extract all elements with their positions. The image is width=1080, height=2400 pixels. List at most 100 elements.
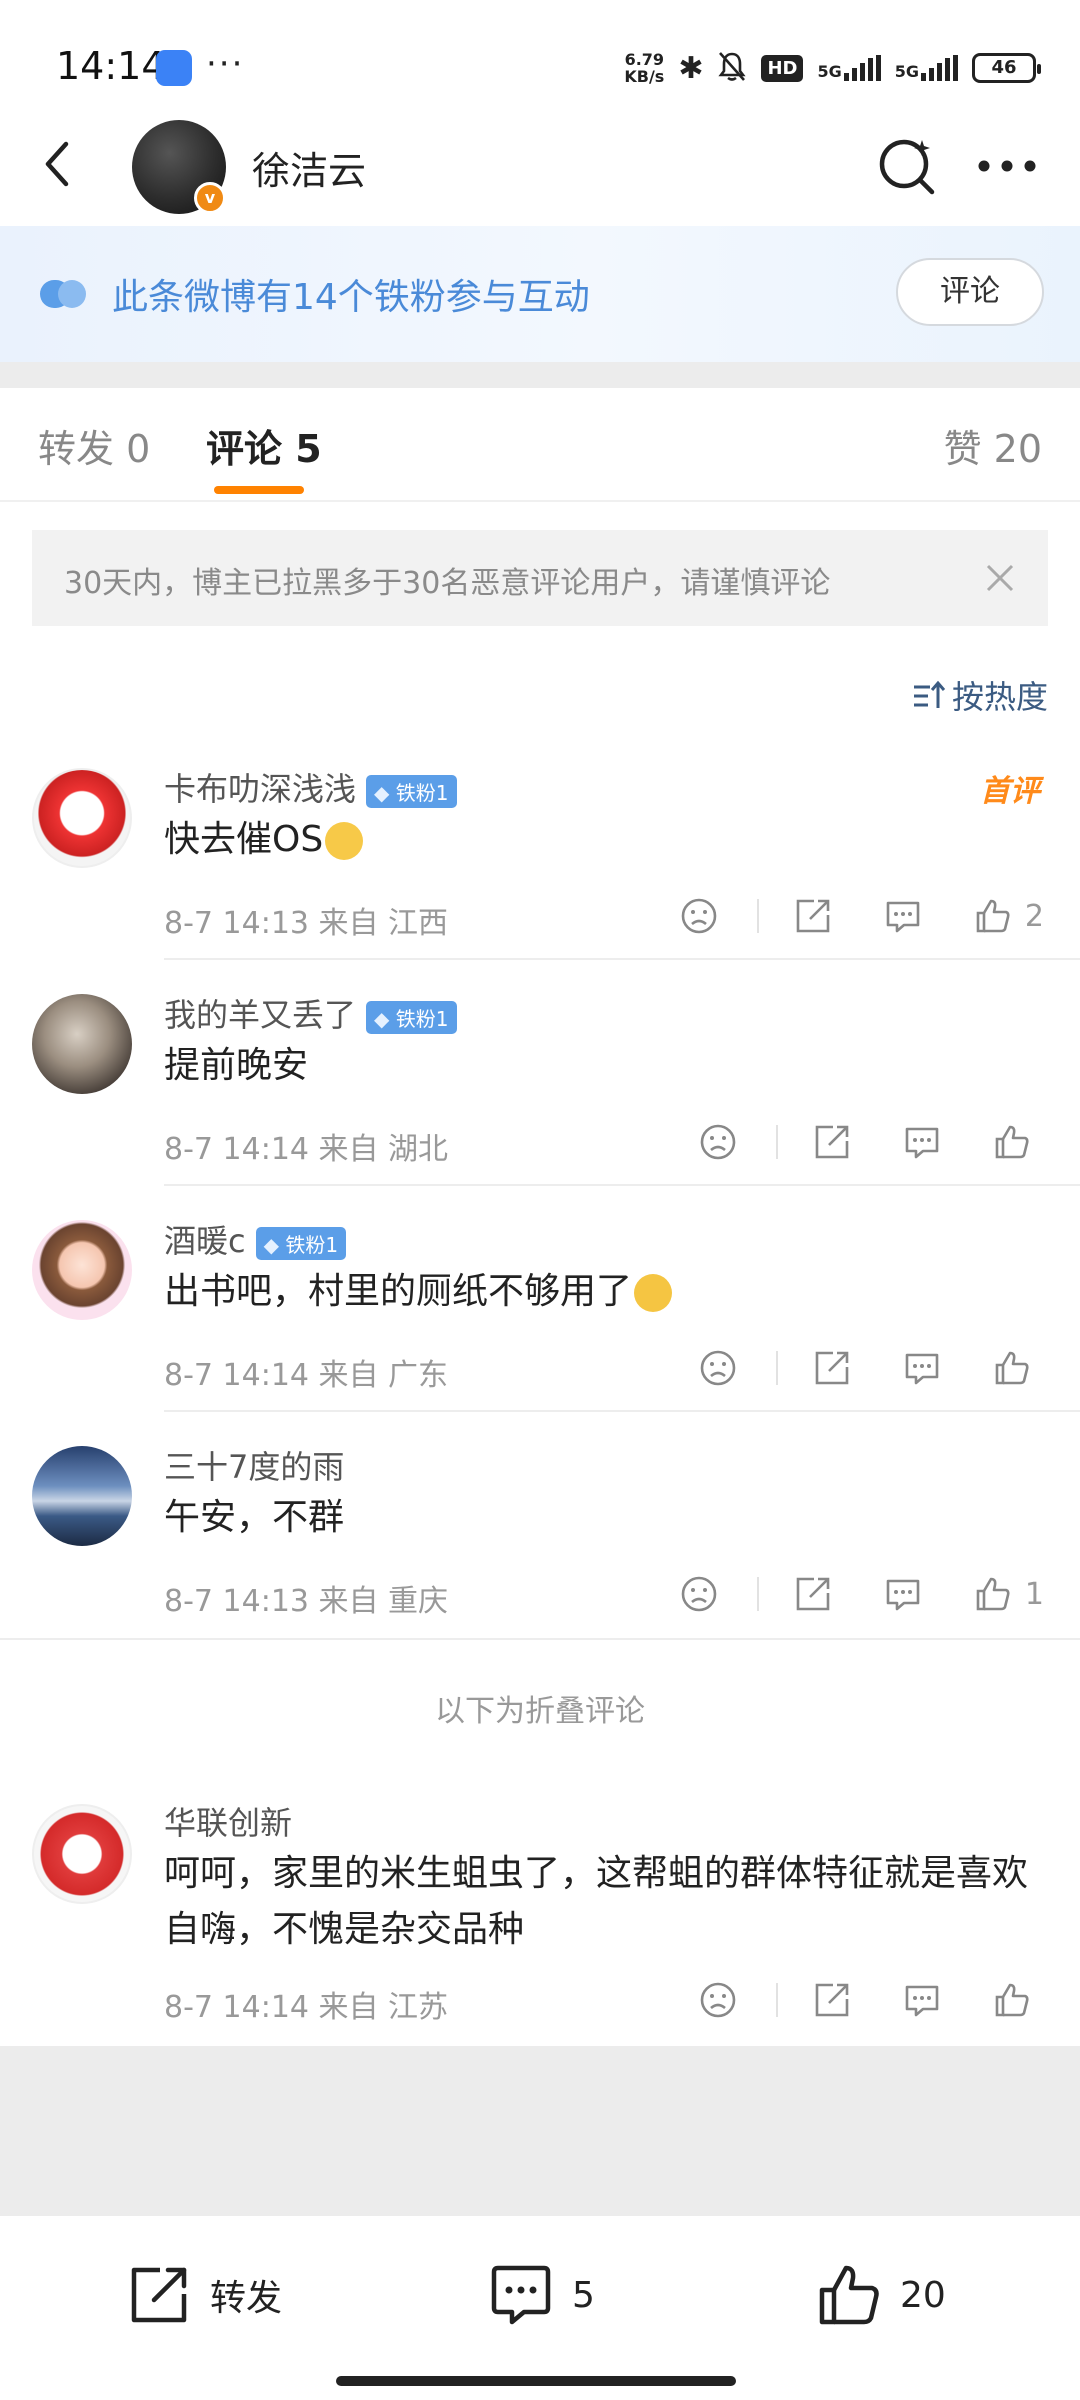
commenter-avatar[interactable]: [32, 768, 132, 868]
tab-likes[interactable]: 赞 20: [944, 418, 1042, 473]
reply-button[interactable]: [902, 1980, 942, 2020]
battery-icon: 46: [972, 53, 1041, 83]
dislike-button[interactable]: [698, 1980, 738, 2020]
dislike-button[interactable]: [679, 896, 719, 936]
reply-button[interactable]: [902, 1122, 942, 1162]
fan-level-badge: 铁粉1: [366, 774, 457, 808]
share-icon: [796, 899, 830, 933]
sort-by-hot-button[interactable]: 按热度: [912, 672, 1048, 718]
fan-banner-text: 此条微博有14个铁粉参与互动: [112, 277, 590, 318]
like-post-button[interactable]: 20: [816, 2262, 946, 2328]
comment-bubble-icon: [905, 1127, 939, 1159]
back-button[interactable]: [30, 134, 90, 194]
active-tab-indicator: [214, 486, 304, 494]
comment-item: 我的羊又丢了铁粉1 提前晚安 8-7 14:14 来自 湖北: [0, 986, 1080, 1186]
fan-interaction-banner: 此条微博有14个铁粉参与互动 评论: [0, 226, 1080, 362]
share-button[interactable]: [812, 1122, 852, 1162]
comment-text: 出书吧，村里的厕纸不够用了: [164, 1264, 1044, 1320]
share-icon: [815, 1351, 849, 1385]
share-button[interactable]: [793, 1574, 833, 1614]
comment-item: 华联创新 呵呵，家里的米生蛆虫了，这帮蛆的群体特征就是喜欢自嗨，不愧是杂交品种 …: [0, 1798, 1080, 2046]
comment-bubble-icon: [886, 901, 920, 933]
comment-text: 提前晚安: [164, 1045, 309, 1086]
home-indicator[interactable]: [336, 2376, 736, 2386]
fan-comment-button[interactable]: 评论: [896, 258, 1044, 326]
sad-face-icon: [700, 1350, 736, 1386]
status-time: 14:14: [56, 44, 166, 88]
comment-bubble-icon: [905, 1353, 939, 1385]
like-button[interactable]: [992, 1122, 1032, 1162]
app-notification-icon: [156, 50, 192, 86]
signal-icon-1: 5G: [817, 55, 881, 81]
comment-item: 卡布叻深浅浅铁粉1 首评 快去催OS 8-7 14:13 来自 江西 2: [0, 760, 1080, 960]
commenter-avatar[interactable]: [32, 994, 132, 1094]
comment-item: 三十7度的雨 午安，不群 8-7 14:13 来自 重庆 1: [0, 1438, 1080, 1638]
comment-meta: 8-7 14:13 来自 重庆: [164, 1584, 449, 1619]
blocked-users-notice: 30天内，博主已拉黑多于30名恶意评论用户，请谨慎评论: [32, 530, 1048, 626]
sad-face-icon: [700, 1982, 736, 2018]
comment-meta: 8-7 14:14 来自 湖北: [164, 1132, 449, 1167]
hd-voice-icon: HD: [761, 54, 804, 82]
more-options-button[interactable]: [972, 134, 1042, 198]
list-end-spacer: [0, 2046, 1080, 2214]
comment-meta: 8-7 14:14 来自 江苏: [164, 1990, 449, 2025]
like-button[interactable]: [973, 896, 1013, 936]
notice-text: 30天内，博主已拉黑多于30名恶意评论用户，请谨慎评论: [64, 566, 831, 601]
reply-button[interactable]: [883, 1574, 923, 1614]
commenter-name[interactable]: 酒暖c铁粉1: [164, 1216, 347, 1262]
verified-badge-icon: v: [194, 182, 226, 214]
commenter-name[interactable]: 华联创新: [164, 1798, 292, 1844]
tab-comments[interactable]: 评论 5: [206, 418, 322, 473]
comment-meta: 8-7 14:14 来自 广东: [164, 1358, 449, 1393]
comment-bubble-icon: [886, 1579, 920, 1611]
share-button[interactable]: [793, 896, 833, 936]
close-icon: [986, 564, 1014, 592]
commenter-avatar[interactable]: [32, 1804, 132, 1904]
share-icon: [815, 1983, 849, 2017]
commenter-name[interactable]: 三十7度的雨: [164, 1442, 344, 1488]
commenter-name[interactable]: 卡布叻深浅浅铁粉1: [164, 764, 457, 810]
comment-meta: 8-7 14:13 来自 江西: [164, 906, 449, 941]
status-bar: 14:14 ··· 6.79 KB/s ✱ HD 5G 5G 46: [0, 0, 1080, 110]
commenter-avatar[interactable]: [32, 1220, 132, 1320]
dislike-button[interactable]: [698, 1348, 738, 1388]
like-button[interactable]: [992, 1348, 1032, 1388]
share-icon: [796, 1577, 830, 1611]
back-arrow-icon: [45, 141, 69, 187]
thumbs-up-icon: [995, 1351, 1029, 1385]
thumbs-up-icon: [995, 1983, 1029, 2017]
comment-text: 快去催OS: [164, 812, 1044, 868]
notice-close-button[interactable]: [980, 558, 1020, 598]
mute-bell-icon: [717, 50, 747, 86]
tab-repost[interactable]: 转发 0: [38, 418, 150, 473]
bluetooth-icon: ✱: [678, 50, 704, 86]
more-notifications-icon: ···: [206, 44, 245, 84]
repost-share-icon: [131, 2267, 187, 2323]
section-separator: [0, 362, 1080, 388]
comment-item: 酒暖c铁粉1 出书吧，村里的厕纸不够用了 8-7 14:14 来自 广东: [0, 1212, 1080, 1412]
comment-button[interactable]: 5: [488, 2262, 595, 2328]
interaction-tabs: 转发 0 评论 5 赞 20: [0, 388, 1080, 502]
share-button[interactable]: [812, 1348, 852, 1388]
commenter-name[interactable]: 我的羊又丢了铁粉1: [164, 990, 457, 1036]
fan-icon: [40, 278, 88, 314]
reply-button[interactable]: [883, 896, 923, 936]
network-speed: 6.79 KB/s: [624, 50, 665, 86]
sad-face-icon: [700, 1124, 736, 1160]
author-name[interactable]: 徐洁云: [252, 140, 366, 195]
search-button[interactable]: [876, 134, 940, 198]
fan-level-badge: 铁粉1: [366, 1000, 457, 1034]
first-comment-badge: 首评: [980, 774, 1040, 809]
like-button[interactable]: [973, 1574, 1013, 1614]
reply-button[interactable]: [902, 1348, 942, 1388]
commenter-avatar[interactable]: [32, 1446, 132, 1546]
dislike-button[interactable]: [698, 1122, 738, 1162]
signal-icon-2: 5G: [895, 55, 958, 81]
like-button[interactable]: [992, 1980, 1032, 2020]
dislike-button[interactable]: [679, 1574, 719, 1614]
repost-button[interactable]: 转发: [126, 2262, 282, 2328]
folded-comments-label: 以下为折叠评论: [435, 1694, 645, 1729]
share-button[interactable]: [812, 1980, 852, 2020]
comment-bubble-icon: [491, 2265, 551, 2325]
thumbs-up-icon: [976, 1577, 1010, 1611]
